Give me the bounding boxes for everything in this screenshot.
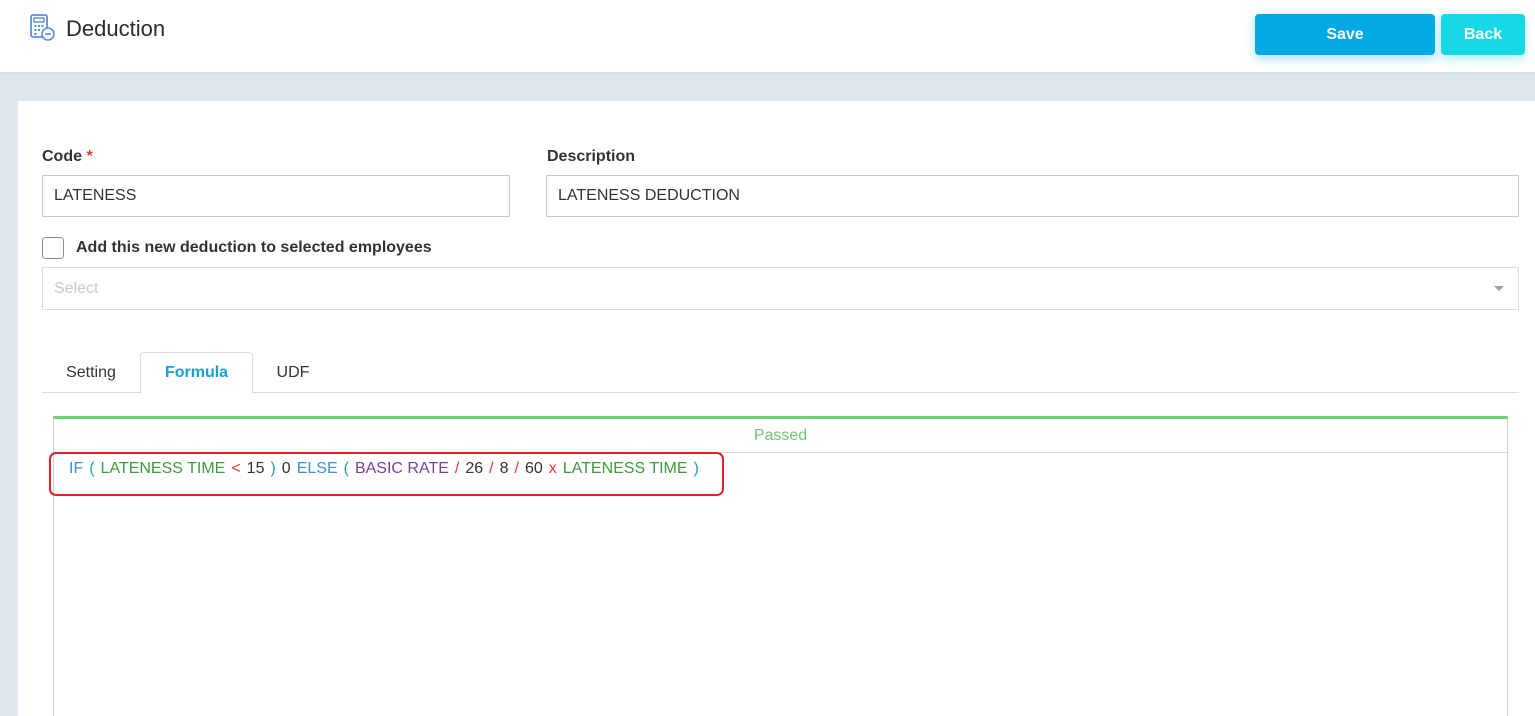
page-title: Deduction — [66, 16, 166, 41]
code-label-text: Code — [42, 148, 82, 165]
save-button[interactable]: Save — [1255, 14, 1435, 55]
back-button[interactable]: Back — [1441, 14, 1525, 55]
tab-setting[interactable]: Setting — [54, 352, 128, 393]
deduction-form-card: Code * LATENESS Description LATENESS DED… — [18, 101, 1535, 716]
formula-token-keyword: ELSE — [296, 460, 338, 477]
formula-token-num: 15 — [246, 460, 265, 477]
formula-token-keyword: IF — [69, 460, 84, 477]
formula-token-rate: BASIC RATE — [354, 460, 449, 477]
formula-token-paren: ) — [270, 460, 276, 477]
code-label: Code * — [42, 148, 93, 166]
required-mark: * — [86, 148, 93, 165]
formula-token-var: LATENESS TIME — [562, 460, 688, 477]
description-label: Description — [547, 148, 636, 165]
formula-token-paren: ) — [693, 460, 699, 477]
add-to-employees-label[interactable]: Add this new deduction to selected emplo… — [76, 239, 432, 257]
description-input[interactable]: LATENESS DEDUCTION — [546, 175, 1519, 217]
formula-token-num: 8 — [499, 460, 509, 477]
employee-select-placeholder: Select — [54, 279, 99, 297]
description-input-value: LATENESS DEDUCTION — [558, 187, 740, 204]
formula-editor[interactable]: Passed IF ( LATENESS TIME <15) 0 ELSE ( BASIC R… — [53, 416, 1508, 716]
formula-token-op: / — [454, 460, 460, 477]
tabs-divider — [42, 392, 1519, 393]
top-bar: Deduction Save Back — [0, 0, 1535, 72]
tab-udf[interactable]: UDF — [267, 352, 319, 393]
formula-token-op: / — [489, 460, 494, 477]
formula-token-num: 26 — [465, 460, 484, 477]
formula-status: Passed — [54, 419, 1507, 453]
employee-select[interactable]: Select — [42, 267, 1519, 310]
formula-token-paren: ( — [343, 460, 349, 477]
formula-token-var: LATENESS TIME — [100, 460, 226, 477]
code-input-value: LATENESS — [54, 187, 137, 204]
formula-token-num: 60 — [524, 460, 543, 477]
add-to-employees-checkbox[interactable] — [42, 237, 64, 259]
formula-token-paren: ( — [89, 460, 95, 477]
formula-token-op: / — [514, 460, 519, 477]
formula-token-op: x — [548, 460, 557, 477]
formula-token-op: < — [231, 460, 241, 477]
calculator-icon — [30, 14, 55, 41]
code-input[interactable]: LATENESS — [42, 175, 510, 217]
chevron-down-icon[interactable] — [1494, 286, 1504, 291]
formula-expression[interactable]: IF ( LATENESS TIME <15) 0 ELSE ( BASIC RATE / 26 /… — [69, 460, 705, 478]
formula-token-num: 0 — [281, 460, 291, 477]
tab-formula[interactable]: Formula — [140, 352, 253, 394]
